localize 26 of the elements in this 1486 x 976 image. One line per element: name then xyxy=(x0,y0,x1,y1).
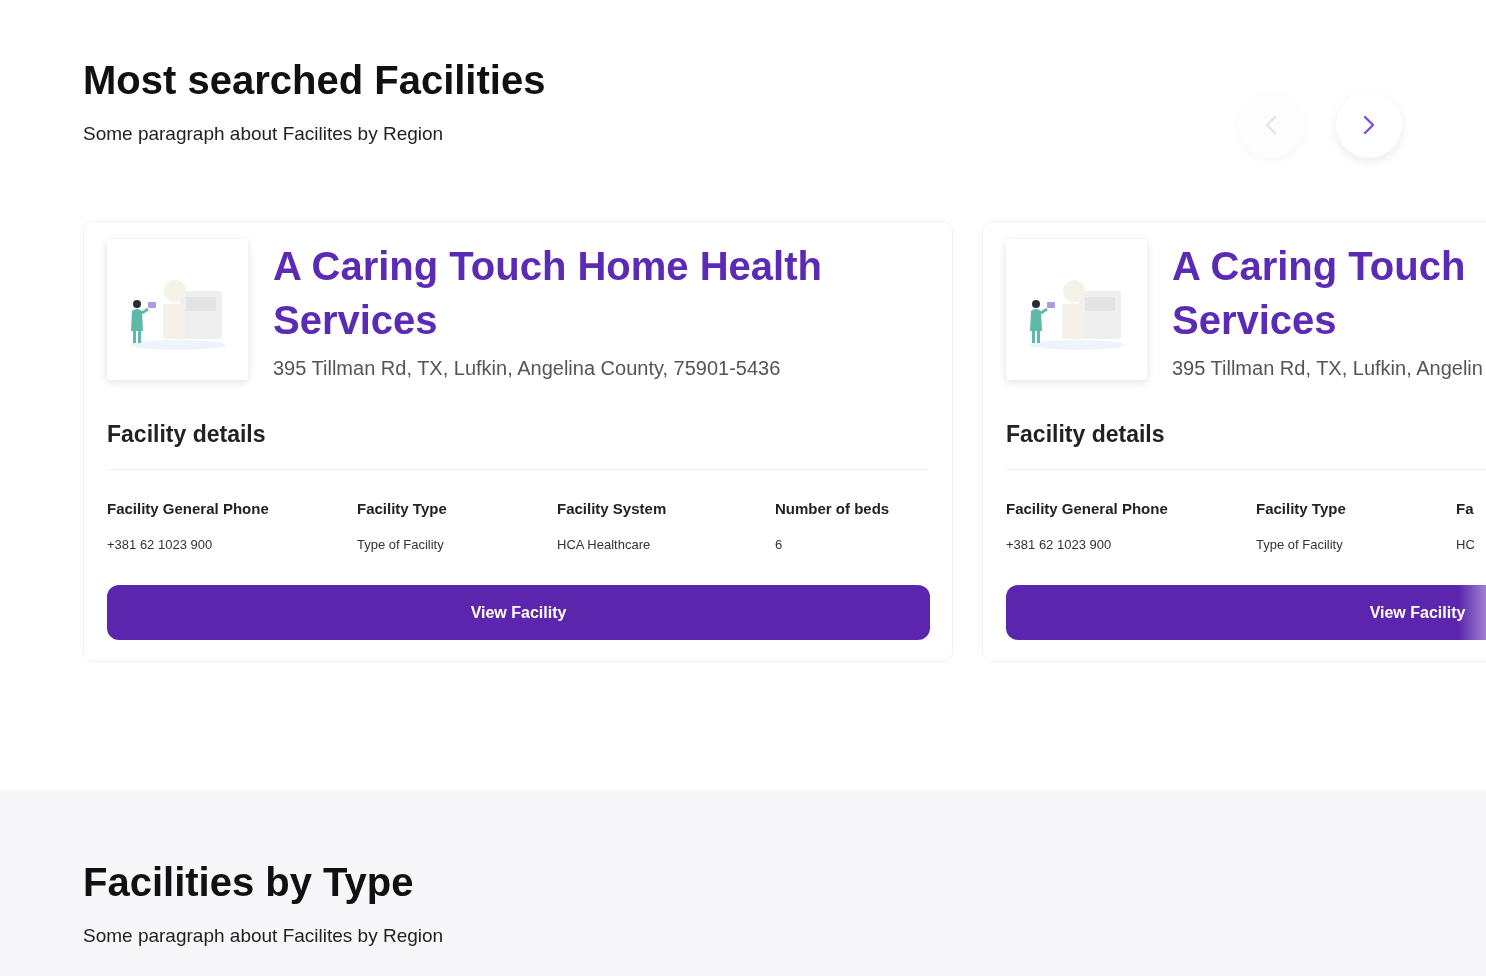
view-facility-button[interactable]: View Facility xyxy=(1006,585,1486,640)
view-facility-button[interactable]: View Facility xyxy=(107,585,930,640)
section-title: Facilities by Type xyxy=(83,859,414,906)
facility-address: 395 Tillman Rd, TX, Lufkin, Angelina County, 75901-5436 xyxy=(273,355,781,381)
field-label: Facility System xyxy=(557,499,667,519)
field-label: Facility Type xyxy=(1256,499,1346,519)
section-title: Most searched Facilities xyxy=(83,57,546,104)
details-heading: Facility details xyxy=(107,419,266,449)
section-paragraph: Some paragraph about Facilites by Region xyxy=(83,122,444,146)
field-value: HCA Healthcare xyxy=(557,535,651,554)
field-label: Facility General Phone xyxy=(1006,499,1168,519)
section-paragraph: Some paragraph about Facilites by Region xyxy=(83,924,444,948)
field-label: Facility Type xyxy=(357,499,447,519)
field-label: Number of beds xyxy=(775,499,890,519)
field-label: Fa xyxy=(1456,499,1474,519)
field-value: Type of Facility xyxy=(357,535,444,554)
field-value: +381 62 1023 900 xyxy=(107,535,213,554)
field-label: Facility General Phone xyxy=(107,499,269,519)
field-value: HC xyxy=(1456,535,1475,554)
facility-title[interactable]: A Caring Touch Services xyxy=(1172,238,1466,347)
field-value: Type of Facility xyxy=(1256,535,1343,554)
facility-title[interactable]: A Caring Touch Home Health Services xyxy=(273,238,822,347)
facility-address: 395 Tillman Rd, TX, Lufkin, Angelin xyxy=(1172,355,1483,381)
field-value: +381 62 1023 900 xyxy=(1006,535,1112,554)
field-value: 6 xyxy=(775,535,783,554)
details-heading: Facility details xyxy=(1006,419,1165,449)
